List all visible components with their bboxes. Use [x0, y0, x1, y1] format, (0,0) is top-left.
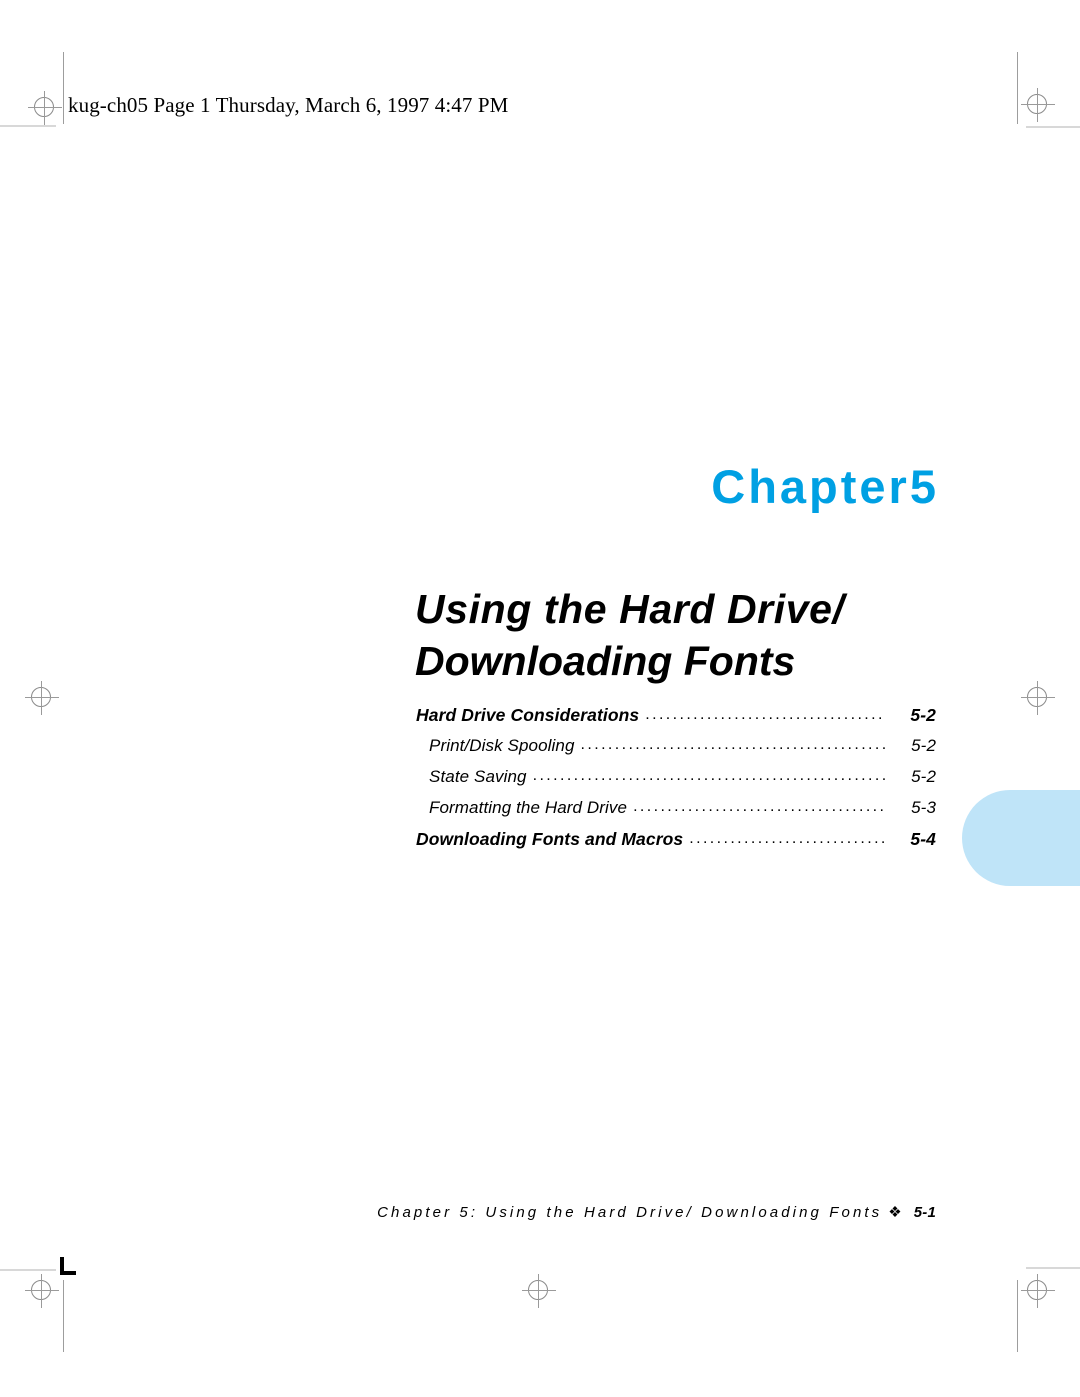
toc-entry[interactable]: Downloading Fonts and Macros............…: [416, 829, 936, 850]
toc-entry[interactable]: Print/Disk Spooling.....................…: [416, 736, 936, 756]
toc-entry-page: 5-3: [911, 798, 936, 817]
footer-page-number: 5-1: [913, 1204, 936, 1221]
chapter-table-of-contents: Hard Drive Considerations...............…: [416, 705, 936, 860]
registration-mark-top-right: [1021, 88, 1055, 122]
registration-mark-bottom-right: [1021, 1274, 1055, 1308]
crop-line-bottom-left-horizontal: [0, 1269, 56, 1271]
diamond-bullet-icon: ❖: [888, 1204, 902, 1221]
toc-entry[interactable]: State Saving............................…: [416, 767, 936, 787]
crop-line-bottom-left-vertical: [63, 1280, 64, 1352]
toc-entry-label: Formatting the Hard Drive: [429, 798, 628, 817]
footer-chapter-text: Chapter 5: Using the Hard Drive/ Downloa…: [377, 1204, 883, 1221]
toc-leader-dots: ........................................…: [532, 767, 885, 784]
document-page: kug-ch05 Page 1 Thursday, March 6, 1997 …: [0, 0, 1080, 1397]
chapter-thumb-tab: [962, 790, 1080, 886]
toc-leader-dots: ........................................…: [633, 798, 885, 815]
corner-mark-bottom-left: [60, 1257, 76, 1275]
toc-entry-page: 5-2: [911, 736, 936, 755]
crop-line-bottom-right-vertical: [1017, 1280, 1018, 1352]
crop-line-bottom-right-horizontal: [1026, 1267, 1080, 1269]
crop-line-top-left-vertical: [63, 52, 64, 124]
toc-leader-dots: ........................................…: [645, 706, 885, 723]
crop-line-top-right-horizontal: [1026, 126, 1080, 128]
toc-entry-label: Print/Disk Spooling: [429, 736, 575, 755]
chapter-label-word: Chapter: [711, 460, 910, 513]
toc-entry-label: Downloading Fonts and Macros: [416, 829, 684, 849]
chapter-label: Chapter5: [416, 462, 936, 511]
toc-entry[interactable]: Formatting the Hard Drive...............…: [416, 798, 936, 818]
registration-mark-bottom-center: [522, 1274, 556, 1308]
toc-entry-label: State Saving: [429, 767, 527, 786]
toc-entry-page: 5-2: [910, 705, 936, 725]
document-header-text: kug-ch05 Page 1 Thursday, March 6, 1997 …: [68, 93, 509, 117]
toc-entry[interactable]: Hard Drive Considerations...............…: [416, 705, 936, 726]
toc-leader-dots: ........................................…: [580, 736, 885, 753]
chapter-number: 5: [909, 460, 936, 513]
toc-entry-page: 5-4: [910, 829, 936, 849]
toc-entry-page: 5-2: [911, 767, 936, 786]
page-title-line-1: Using the Hard Drive/: [415, 586, 845, 632]
registration-mark-middle-left: [25, 681, 59, 715]
document-footer: Chapter 5: Using the Hard Drive/ Downloa…: [0, 1203, 936, 1221]
crop-line-top-left-horizontal: [0, 125, 56, 127]
toc-leader-dots: ........................................…: [689, 830, 885, 847]
page-title-line-2: Downloading Fonts: [415, 638, 796, 685]
page-title: Using the Hard Drive/ Downloading Fonts: [415, 583, 955, 688]
registration-mark-middle-right: [1021, 681, 1055, 715]
crop-line-top-right-vertical: [1017, 52, 1018, 124]
registration-mark-bottom-left: [25, 1274, 59, 1308]
registration-mark-top-left: [28, 91, 62, 125]
toc-entry-label: Hard Drive Considerations: [416, 705, 640, 725]
